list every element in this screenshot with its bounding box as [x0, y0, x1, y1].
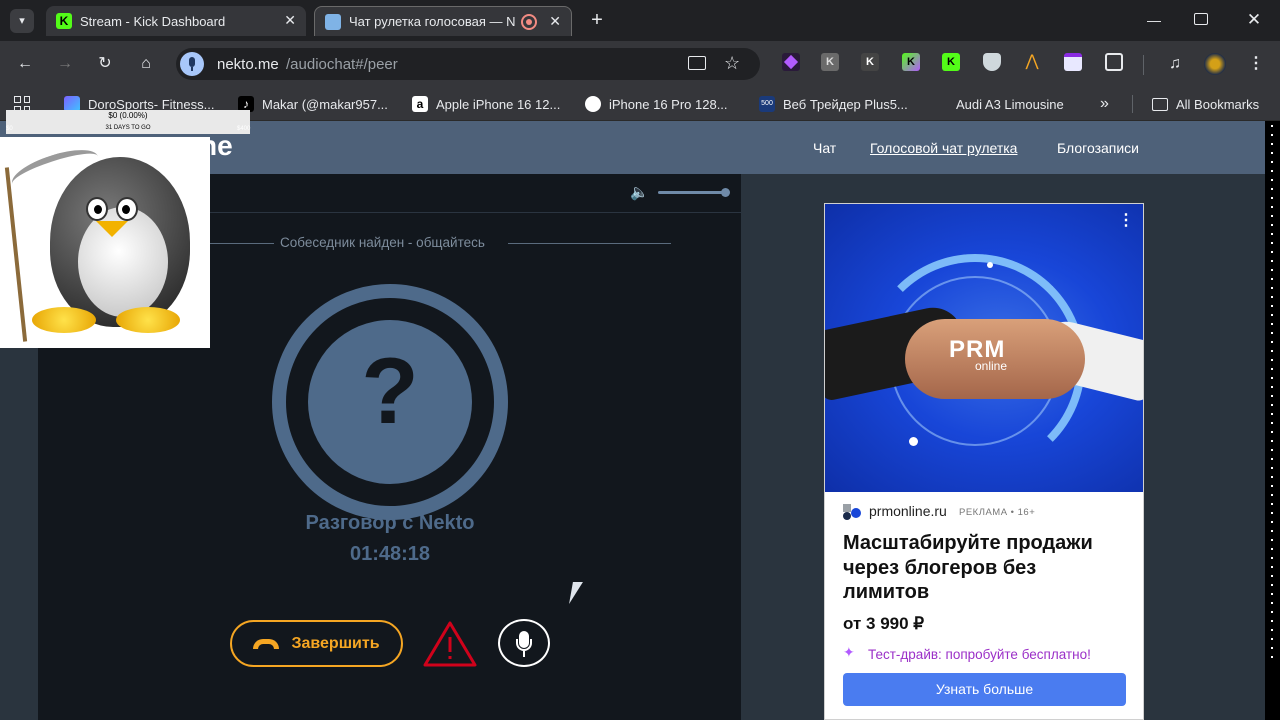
page-scrollbar[interactable] [1265, 121, 1280, 720]
ad-cta-button[interactable]: Узнать больше [843, 673, 1126, 706]
bookmark-item[interactable]: a Apple iPhone 16 12... [412, 93, 560, 115]
advertisement-card[interactable]: PRM online ⋮ prmonline.ru РЕКЛАМА • 16+ … [824, 203, 1144, 720]
more-bookmarks-button[interactable]: » [1100, 93, 1109, 115]
talk-title: Разговор с Nekto [305, 512, 475, 534]
end-call-label: Завершить [291, 634, 380, 652]
ad-promo: Тест-драйв: попробуйте бесплатно! [868, 647, 1091, 662]
ad-label: РЕКЛАМА • 16+ [959, 507, 1036, 518]
toolbar-divider [1143, 55, 1144, 75]
hang-up-phone-icon [253, 638, 280, 649]
ad-domain-icon [843, 504, 861, 520]
tab-search-button[interactable]: ▾ [10, 9, 34, 33]
browser-toolbar: ← → ↻ ⌂ nekto.me /audiochat#/peer ☆ K K … [0, 41, 1280, 87]
reload-icon[interactable]: ↻ [95, 54, 115, 74]
ad-menu-icon[interactable]: ⋮ [1117, 212, 1135, 230]
media-control-icon[interactable]: ♫ [1165, 54, 1185, 74]
nav-voice-chat[interactable]: Голосовой чат рулетка [870, 140, 1017, 156]
extension-window-icon[interactable] [1064, 53, 1082, 71]
profile-avatar[interactable] [1204, 53, 1226, 75]
sparkle-icon: ✦ [843, 644, 855, 660]
volume-slider[interactable] [658, 188, 730, 197]
tab-title: Чат рулетка голосовая — N [349, 14, 516, 29]
end-call-button[interactable]: Завершить [230, 620, 403, 667]
audi-icon [932, 96, 948, 112]
ad-headline[interactable]: Масштабируйте продажи через блогеров без… [843, 531, 1113, 605]
kick-icon: K [56, 13, 72, 29]
stream-goal-widget: $0 (0.00%) 31 DAYS TO GO [6, 110, 250, 134]
url-host: nekto.me [217, 56, 279, 73]
url-path: /audiochat#/peer [286, 56, 398, 73]
volume-slider-handle[interactable] [721, 188, 730, 197]
plus500-icon: 500 [759, 96, 775, 112]
goal-days-left: 31 DAYS TO GO [105, 125, 151, 131]
chrome-menu-icon[interactable]: ⋮ [1246, 54, 1266, 74]
extension-orange-icon[interactable]: ⋀ [1023, 53, 1041, 71]
close-icon[interactable]: ✕ [549, 13, 561, 30]
ad-dot [909, 437, 918, 446]
tab-title: Stream - Kick Dashboard [80, 13, 226, 29]
status-line-right [508, 243, 671, 244]
microphone-permission-icon[interactable] [180, 52, 204, 76]
goal-max: $400 [237, 126, 251, 132]
ad-cta-label: Узнать больше [935, 681, 1034, 697]
ad-dot [987, 262, 993, 268]
question-mark-icon: ? [361, 338, 419, 443]
bookmark-star-icon[interactable]: ☆ [724, 53, 740, 74]
call-timer: 01:48:18 [349, 543, 431, 565]
new-tab-button[interactable]: + [584, 8, 610, 34]
extensions-puzzle-icon[interactable] [1105, 53, 1123, 71]
amazon-icon: a [412, 96, 428, 112]
tab-strip: ▾ K Stream - Kick Dashboard ✕ Чат рулетк… [0, 0, 1280, 41]
home-icon[interactable]: ⌂ [136, 54, 156, 74]
goal-amount: $0 (0.00%) [108, 111, 148, 120]
address-bar[interactable]: nekto.me /audiochat#/peer ☆ [176, 48, 760, 80]
tab-nekto-audiochat[interactable]: Чат рулетка голосовая — N ✕ [314, 6, 572, 36]
status-text: Собеседник найден - общайтесь [280, 235, 485, 250]
report-warning-button[interactable] [422, 620, 478, 668]
mouse-cursor-icon [569, 582, 583, 604]
bookmark-item[interactable]: ♪ Makar (@makar957... [238, 93, 388, 115]
status-line-left [210, 243, 274, 244]
install-app-icon[interactable] [688, 56, 706, 70]
recording-icon [521, 14, 537, 30]
ad-image[interactable]: PRM online ⋮ [825, 204, 1143, 492]
microphone-favicon-icon [325, 13, 341, 30]
extension-k-multicolor-icon[interactable]: K [902, 53, 920, 71]
bookmark-item[interactable]: iPhone 16 Pro 128... [585, 93, 728, 115]
tab-kick-dashboard[interactable]: K Stream - Kick Dashboard ✕ [46, 6, 306, 36]
extension-k-dark-icon[interactable]: K [861, 53, 879, 71]
extension-purple-icon[interactable] [782, 53, 800, 71]
ad-logo-subtext: online [975, 359, 1008, 373]
store-icon [585, 96, 601, 112]
goal-min: $0 [6, 126, 13, 132]
close-icon[interactable]: ✕ [284, 12, 296, 29]
bookmark-item[interactable]: 500 Веб Трейдер Plus5... [759, 93, 908, 115]
folder-icon [1152, 97, 1168, 111]
restore-button[interactable] [1194, 13, 1208, 25]
ad-domain[interactable]: prmonline.ru [869, 503, 947, 519]
minimize-button[interactable]: — [1146, 12, 1162, 28]
ad-price: от 3 990 ₽ [843, 614, 925, 633]
extension-shield-icon[interactable] [983, 53, 1001, 71]
forward-arrow-icon[interactable]: → [55, 54, 75, 74]
unknown-peer-avatar: ? [272, 284, 508, 520]
microphone-toggle-button[interactable] [498, 619, 550, 667]
bookmarks-divider [1132, 95, 1133, 113]
extension-kick-green-icon[interactable]: K [942, 53, 960, 71]
nav-blog[interactable]: Блогозаписи [1057, 140, 1139, 156]
bookmark-item[interactable]: Audi A3 Limousine [932, 93, 1064, 115]
volume-icon[interactable]: 🔈 [630, 183, 649, 201]
back-arrow-icon[interactable]: ← [15, 54, 35, 74]
penguin-overlay-image [0, 137, 210, 348]
warning-triangle-icon [423, 621, 477, 667]
nav-chat[interactable]: Чат [813, 140, 836, 156]
extension-k-gray-icon[interactable]: K [821, 53, 839, 71]
window-close-button[interactable]: ✕ [1244, 10, 1264, 30]
all-bookmarks-button[interactable]: All Bookmarks [1152, 93, 1259, 115]
